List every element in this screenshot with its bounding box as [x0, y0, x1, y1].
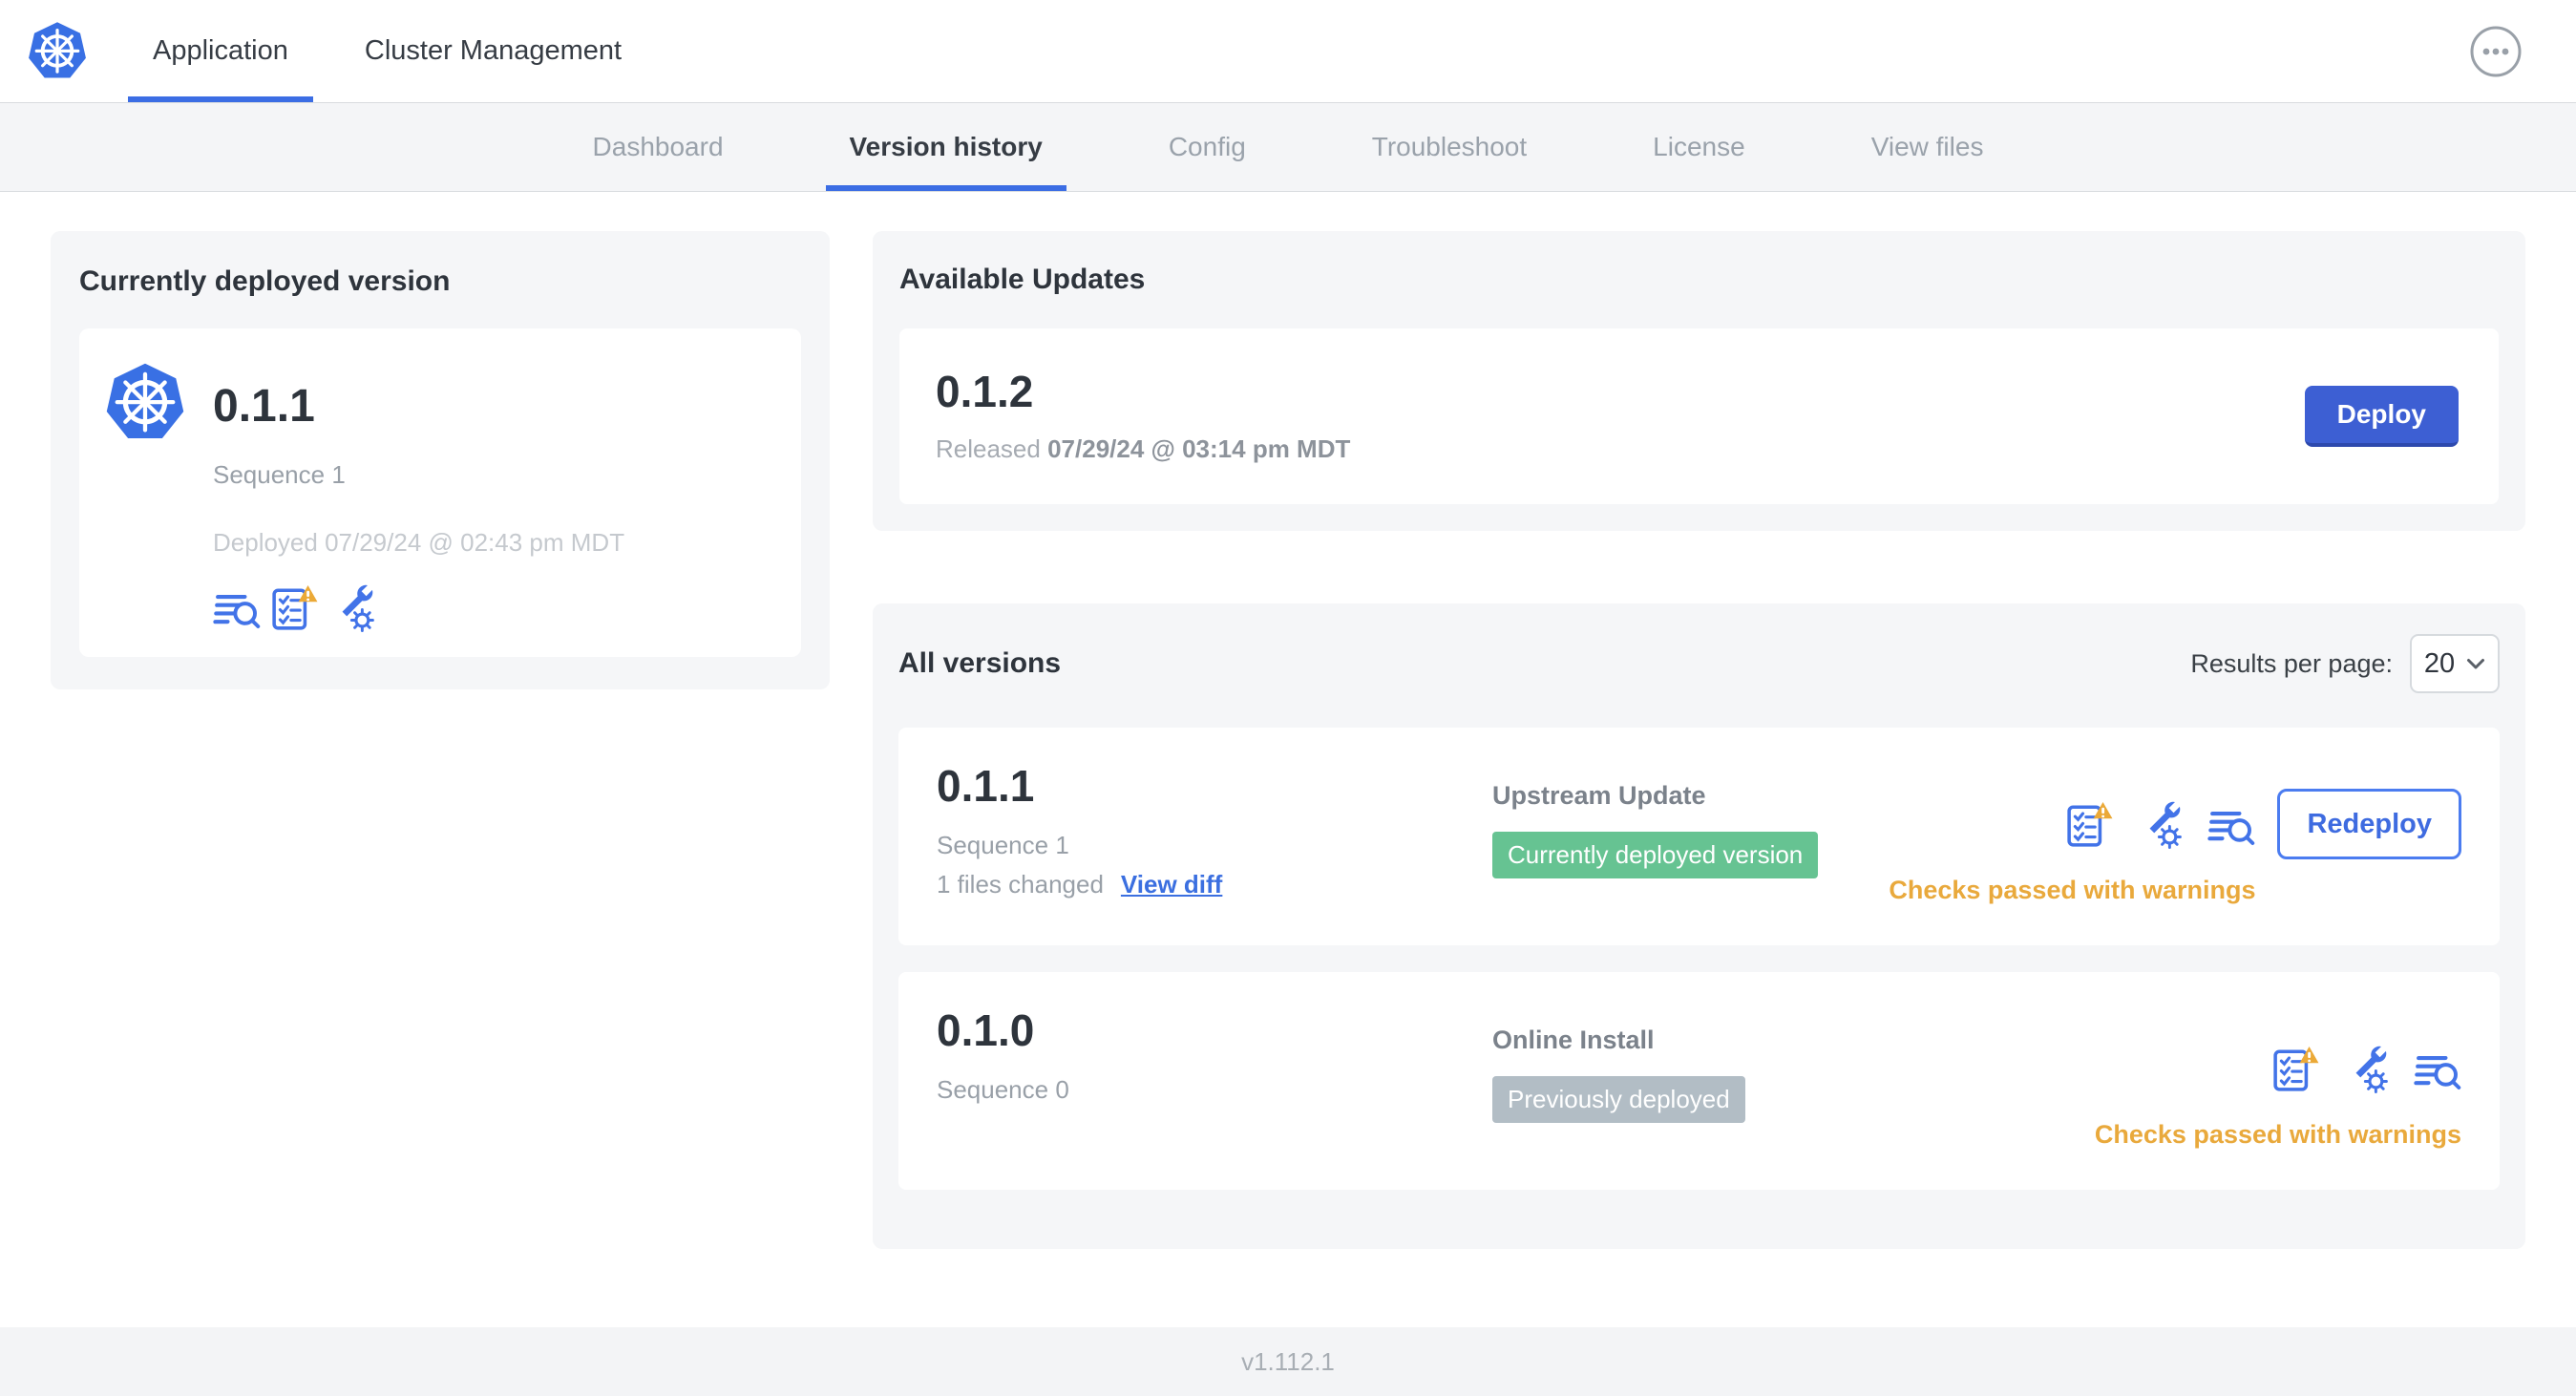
update-released-timestamp: Released 07/29/24 @ 03:14 pm MDT	[936, 434, 1350, 464]
app-level-tabs: Application Cluster Management	[128, 0, 646, 102]
console-footer: v1.112.1	[0, 1327, 2576, 1396]
tab-version-history[interactable]: Version history	[825, 103, 1067, 191]
tab-application[interactable]: Application	[128, 0, 313, 102]
available-updates-title: Available Updates	[899, 264, 1146, 295]
current-version-number: 0.1.1	[213, 381, 315, 432]
app-logo	[27, 0, 88, 102]
version-source-label: Upstream Update	[1492, 781, 1706, 810]
deploy-button[interactable]: Deploy	[2304, 386, 2459, 447]
right-column: Available Updates 0.1.2 Released 07/29/2…	[873, 231, 2525, 1327]
all-versions-title: All versions	[898, 647, 1062, 679]
top-navbar: Application Cluster Management	[0, 0, 2576, 103]
kubernetes-app-icon	[104, 346, 186, 632]
console-version-text: v1.112.1	[1241, 1346, 1335, 1376]
app-subnav: Dashboard Version history Config Trouble…	[0, 103, 2576, 192]
current-version-icons	[213, 584, 624, 632]
checks-status-text[interactable]: Checks passed with warnings	[2095, 1120, 2461, 1150]
update-details: 0.1.2 Released 07/29/24 @ 03:14 pm MDT	[936, 370, 1350, 464]
version-actions: Checks passed with warnings Redeploy	[1889, 764, 2461, 905]
icons-and-status: Checks passed with warnings	[1889, 789, 2255, 905]
all-versions-header: All versions Results per page: 20	[898, 634, 2500, 693]
results-per-page: Results per page: 20	[2190, 634, 2500, 693]
version-number: 0.1.1	[937, 761, 1035, 811]
version-row-0-1-1: 0.1.1 Sequence 1 1 files changed View di…	[898, 728, 2500, 945]
version-action-icons	[2272, 1046, 2461, 1093]
tab-config[interactable]: Config	[1145, 103, 1270, 191]
files-changed-count: 1 files changed	[937, 870, 1104, 899]
kubernetes-logo-icon	[27, 19, 88, 79]
update-version-number: 0.1.2	[936, 366, 1034, 416]
version-action-icons	[2066, 801, 2255, 849]
results-per-page-select[interactable]: 20	[2410, 634, 2500, 693]
tab-license[interactable]: License	[1629, 103, 1769, 191]
config-values-icon[interactable]	[2137, 801, 2185, 849]
admin-console-page: Application Cluster Management Dashboard…	[0, 0, 2576, 1396]
tab-cluster-management[interactable]: Cluster Management	[340, 0, 646, 102]
config-values-icon[interactable]	[329, 584, 377, 632]
status-badge: Previously deployed	[1492, 1076, 1745, 1123]
results-per-page-value: 20	[2423, 647, 2456, 679]
all-versions-card: All versions Results per page: 20 0.1.1 …	[873, 603, 2525, 1249]
version-source: Upstream Update Currently deployed versi…	[1492, 764, 1889, 878]
deploy-logs-icon[interactable]	[2414, 1046, 2461, 1093]
preflight-checks-warning-icon[interactable]	[271, 584, 319, 632]
checks-status-text[interactable]: Checks passed with warnings	[1889, 876, 2255, 905]
left-column: Currently deployed version 0.1.1 Sequenc…	[51, 231, 830, 1327]
currently-deployed-card: Currently deployed version 0.1.1 Sequenc…	[51, 231, 830, 689]
currently-deployed-version-panel: 0.1.1 Sequence 1 Deployed 07/29/24 @ 02:…	[79, 328, 801, 657]
deploy-logs-icon[interactable]	[213, 584, 261, 632]
view-diff-link[interactable]: View diff	[1121, 870, 1222, 899]
status-badge: Currently deployed version	[1492, 832, 1819, 878]
available-updates-card: Available Updates 0.1.2 Released 07/29/2…	[873, 231, 2525, 531]
released-date: 07/29/24 @ 03:14 pm MDT	[1047, 434, 1351, 463]
version-source: Online Install Previously deployed	[1492, 1008, 2095, 1123]
version-actions: Checks passed with warnings	[2095, 1008, 2461, 1150]
icons-and-status: Checks passed with warnings	[2095, 1033, 2461, 1150]
preflight-checks-warning-icon[interactable]	[2272, 1046, 2320, 1093]
preflight-checks-warning-icon[interactable]	[2066, 801, 2115, 849]
version-info: 0.1.1 Sequence 1 1 files changed View di…	[937, 764, 1492, 899]
version-row-0-1-0: 0.1.0 Sequence 0 Online Install Previous…	[898, 972, 2500, 1190]
released-prefix: Released	[936, 434, 1041, 463]
version-info: 0.1.0 Sequence 0	[937, 1008, 1492, 1105]
ellipsis-menu-icon[interactable]	[2469, 25, 2523, 78]
redeploy-button[interactable]: Redeploy	[2277, 789, 2461, 859]
version-source-label: Online Install	[1492, 1026, 1655, 1054]
currently-deployed-title: Currently deployed version	[79, 265, 451, 297]
tab-view-files[interactable]: View files	[1848, 103, 2008, 191]
version-sequence: Sequence 1	[937, 831, 1069, 859]
tab-dashboard[interactable]: Dashboard	[569, 103, 748, 191]
current-version-deployed-timestamp: Deployed 07/29/24 @ 02:43 pm MDT	[213, 528, 625, 557]
main-content: Currently deployed version 0.1.1 Sequenc…	[0, 192, 2576, 1327]
current-version-sequence: Sequence 1	[213, 460, 346, 489]
version-number: 0.1.0	[937, 1005, 1035, 1055]
navbar-right	[2469, 0, 2576, 102]
config-values-icon[interactable]	[2343, 1046, 2391, 1093]
results-per-page-label: Results per page:	[2190, 648, 2393, 678]
available-update-row: 0.1.2 Released 07/29/24 @ 03:14 pm MDT D…	[899, 328, 2499, 504]
chevron-down-icon	[2467, 658, 2485, 668]
deploy-logs-icon[interactable]	[2207, 801, 2255, 849]
version-sequence: Sequence 0	[937, 1075, 1069, 1104]
tab-troubleshoot[interactable]: Troubleshoot	[1348, 103, 1551, 191]
files-changed-line: 1 files changed View diff	[937, 870, 1492, 899]
current-version-details: 0.1.1 Sequence 1 Deployed 07/29/24 @ 02:…	[213, 346, 624, 632]
